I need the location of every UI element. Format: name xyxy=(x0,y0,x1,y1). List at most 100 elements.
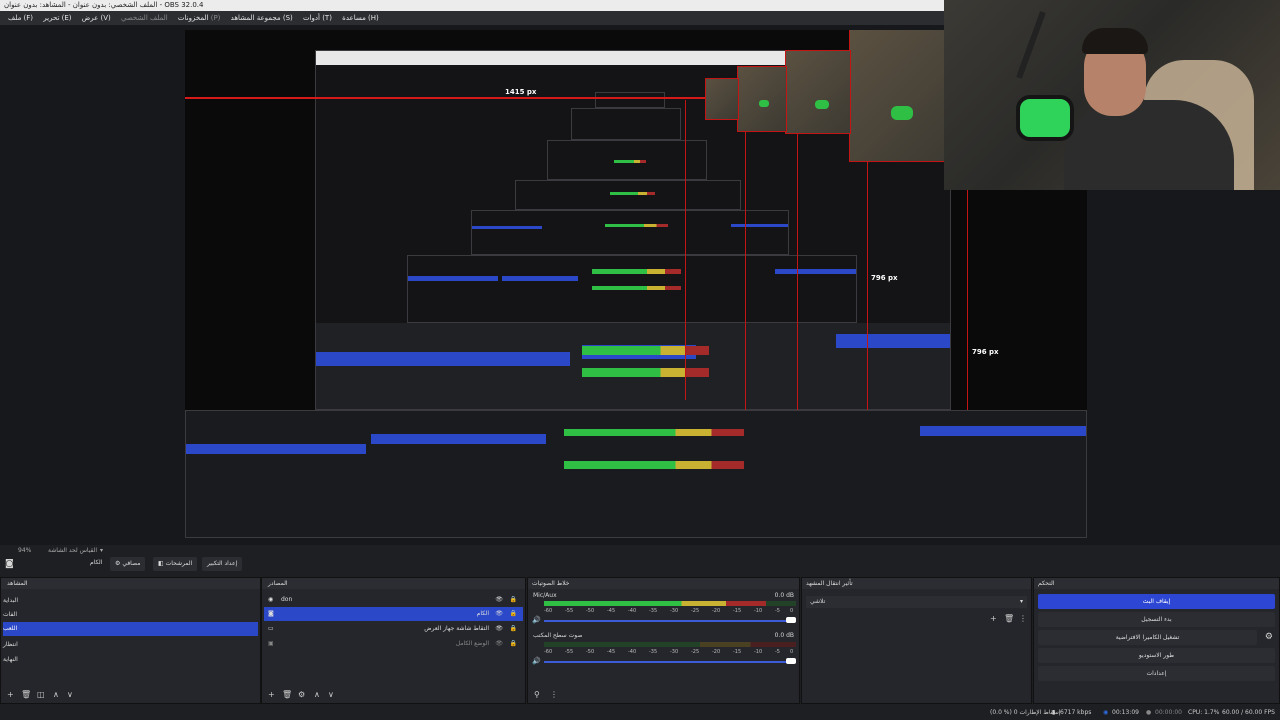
camera-icon[interactable]: ◙ xyxy=(5,559,14,569)
volume-slider[interactable] xyxy=(544,620,790,622)
stream-icon: ◉ xyxy=(1103,709,1109,716)
chevron-up-icon[interactable]: ∧ xyxy=(314,690,320,699)
menu-edit[interactable]: تحرير (E) xyxy=(43,14,71,22)
mic-thumb-icon xyxy=(815,100,829,109)
filters-button[interactable]: ⚙ مصافي xyxy=(110,557,146,571)
scene-item[interactable]: الفات xyxy=(3,608,258,622)
nested-webcam-3 xyxy=(737,66,787,132)
chevron-down-icon[interactable]: ∨ xyxy=(328,690,334,699)
guide-vertical-2 xyxy=(745,90,746,420)
add-icon[interactable]: + xyxy=(990,614,997,623)
scene-item[interactable]: النهاية xyxy=(3,653,258,667)
volume-meter-fill xyxy=(544,601,766,606)
webcam-overlay[interactable] xyxy=(944,0,1280,190)
properties-icon[interactable]: ◫ xyxy=(37,690,45,699)
height-label-b: 796 px xyxy=(972,348,999,356)
source-item[interactable]: ▣ الوضع الكامل 👁 🔒 xyxy=(264,637,523,651)
lock-icon[interactable]: 🔒 xyxy=(510,593,517,607)
volume-slider-handle[interactable] xyxy=(786,617,796,623)
controls-title: التحكم xyxy=(1034,578,1279,589)
scene-item[interactable]: انتظار xyxy=(3,638,258,652)
guide-vertical-4 xyxy=(867,160,868,410)
trash-icon[interactable]: 🗑 xyxy=(1004,614,1014,623)
trash-icon[interactable]: 🗑 xyxy=(21,690,31,699)
tick-label: -15 xyxy=(733,608,742,614)
menu-file[interactable]: ملف (F) xyxy=(8,14,33,22)
window-icon: ▣ xyxy=(268,640,274,647)
tick-label: -20 xyxy=(712,649,721,655)
tick-label: -50 xyxy=(586,649,595,655)
chevron-down-icon: ▾ xyxy=(1019,598,1023,605)
menu-help[interactable]: مساعدة (H) xyxy=(342,14,379,22)
tick-label: -60 xyxy=(544,608,553,614)
eye-icon[interactable]: 👁 xyxy=(495,607,503,621)
menu-tools[interactable]: أدوات (T) xyxy=(303,14,332,22)
nested-preview-3 xyxy=(471,210,789,255)
menu-scene-collection[interactable]: مجموعة المشاهد (S) xyxy=(231,14,293,22)
tick-label: 0 xyxy=(790,608,794,614)
status-bar: (0.0 %) 0 إسقاط الإطارات ▮ 6717 kbps ◉ 0… xyxy=(0,705,1280,720)
person-hair xyxy=(1082,28,1148,54)
scenes-panel: المشاهد البداية الفات اللعب انتظار النها… xyxy=(0,577,261,704)
volume-meter-track xyxy=(544,642,796,647)
lock-icon[interactable]: 🔒 xyxy=(510,637,517,651)
studio-mode-button[interactable]: طور الاستوديو xyxy=(1038,648,1275,663)
guide-vertical-3 xyxy=(797,80,798,440)
trash-icon[interactable]: 🗑 xyxy=(282,690,292,699)
link-icon[interactable]: ⚲ xyxy=(534,690,540,699)
stop-streaming-button[interactable]: إيقاف البث xyxy=(1038,594,1275,609)
source-name: التقاط شاشة جهاز العرض xyxy=(424,625,489,632)
guide-vertical-1 xyxy=(685,100,686,400)
nested-preview-2 xyxy=(407,255,857,323)
scene-item[interactable]: البداية xyxy=(3,594,258,608)
settings-button[interactable]: إعدادات xyxy=(1038,666,1275,681)
lock-icon[interactable]: 🔒 xyxy=(510,622,517,636)
virtual-camera-button[interactable]: تشغيل الكاميرا الافتراضية xyxy=(1038,630,1257,645)
dropped-frames: (0.0 %) 0 إسقاط الإطارات xyxy=(990,709,1061,716)
add-icon[interactable]: + xyxy=(268,690,275,699)
chevron-down-icon[interactable]: ∨ xyxy=(67,690,73,699)
window-title: الملف الشخصي: بدون عنوان - المشاهد: بدون… xyxy=(0,0,944,11)
eye-off-icon[interactable]: 👁 xyxy=(495,637,503,651)
transition-value: تلاشي xyxy=(810,598,826,605)
scene-item-selected[interactable]: اللعب xyxy=(3,622,258,636)
more-icon[interactable]: ⋮ xyxy=(550,690,558,699)
transitions-button[interactable]: ◧ المرشحات xyxy=(153,557,198,571)
transition-select[interactable]: تلاشي ▾ xyxy=(806,596,1027,608)
source-item-selected[interactable]: ◙ الكام 👁 🔒 xyxy=(264,607,523,621)
tick-label: -50 xyxy=(586,608,595,614)
speaker-icon[interactable]: 🔊 xyxy=(532,657,541,665)
tick-label: -35 xyxy=(649,649,658,655)
stream-time: 00:13:09 xyxy=(1112,709,1139,716)
chevron-up-icon[interactable]: ∧ xyxy=(53,690,59,699)
start-recording-button[interactable]: بدء التسجيل xyxy=(1038,612,1275,627)
volume-slider[interactable] xyxy=(544,661,790,663)
gear-icon[interactable]: ⚙ xyxy=(1265,632,1273,642)
lock-icon[interactable]: 🔒 xyxy=(510,607,517,621)
tick-label: -25 xyxy=(691,608,700,614)
transitions-label: المرشحات xyxy=(165,560,193,567)
eye-icon[interactable]: 👁 xyxy=(495,622,503,636)
chevron-down-icon[interactable]: ▾ xyxy=(100,545,103,557)
more-icon[interactable]: ⋮ xyxy=(1019,614,1027,623)
studio-setup-button[interactable]: إعداد التكبير xyxy=(202,557,243,571)
add-icon[interactable]: + xyxy=(7,690,14,699)
speaker-icon[interactable]: 🔊 xyxy=(532,616,541,624)
controls-panel: التحكم إيقاف البث بدء التسجيل تشغيل الكا… xyxy=(1033,577,1280,704)
eye-icon[interactable]: 👁 xyxy=(495,593,503,607)
source-item[interactable]: ▭ التقاط شاشة جهاز العرض 👁 🔒 xyxy=(264,622,523,636)
scale-mode[interactable]: القياس لحد الشاشة xyxy=(48,545,97,557)
zoom-level[interactable]: 94% xyxy=(18,545,31,557)
volume-meter-track xyxy=(544,601,796,606)
source-item[interactable]: ◉ don 👁 🔒 xyxy=(264,593,523,607)
menu-view[interactable]: عرض (V) xyxy=(82,14,111,22)
microphone-icon xyxy=(1016,95,1074,141)
mixer-title: خلاط الصوتيات xyxy=(528,578,799,589)
nested-preview-4 xyxy=(515,180,741,210)
track-name: Mic/Aux xyxy=(533,592,557,599)
gear-icon[interactable]: ⚙ xyxy=(298,690,305,699)
volume-slider-handle[interactable] xyxy=(786,658,796,664)
menu-docks[interactable]: المخزونات xyxy=(178,14,209,22)
tick-label: -55 xyxy=(565,649,574,655)
mic-thumb-icon xyxy=(891,106,913,120)
